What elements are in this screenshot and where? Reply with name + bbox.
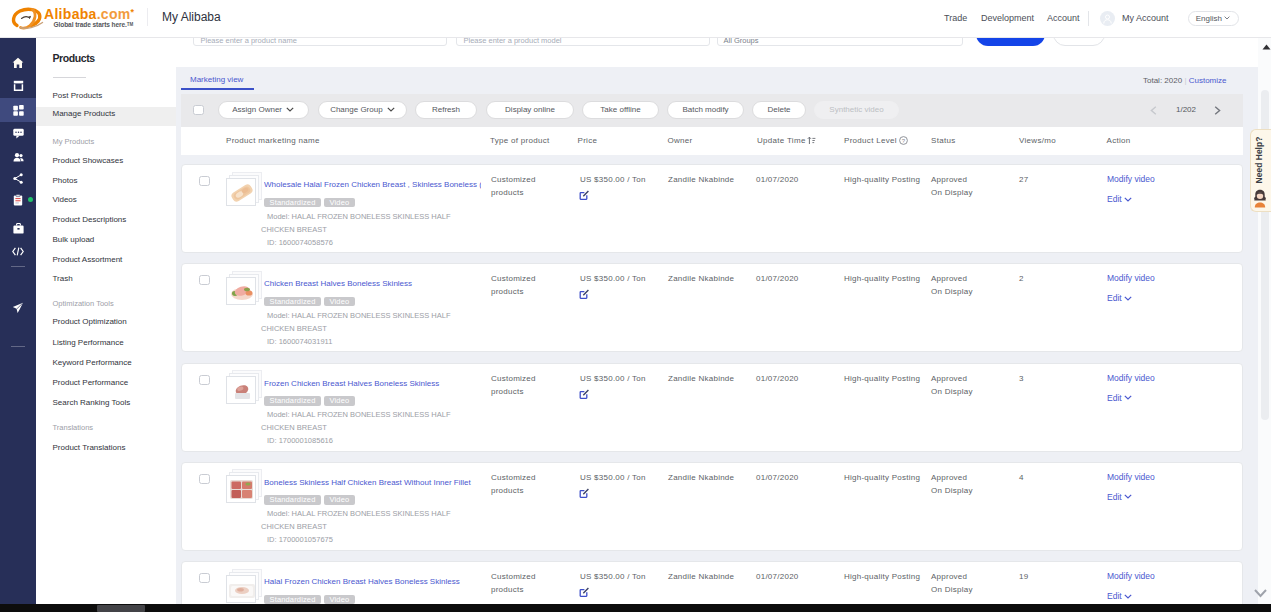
svg-text:?: ? <box>902 137 906 143</box>
